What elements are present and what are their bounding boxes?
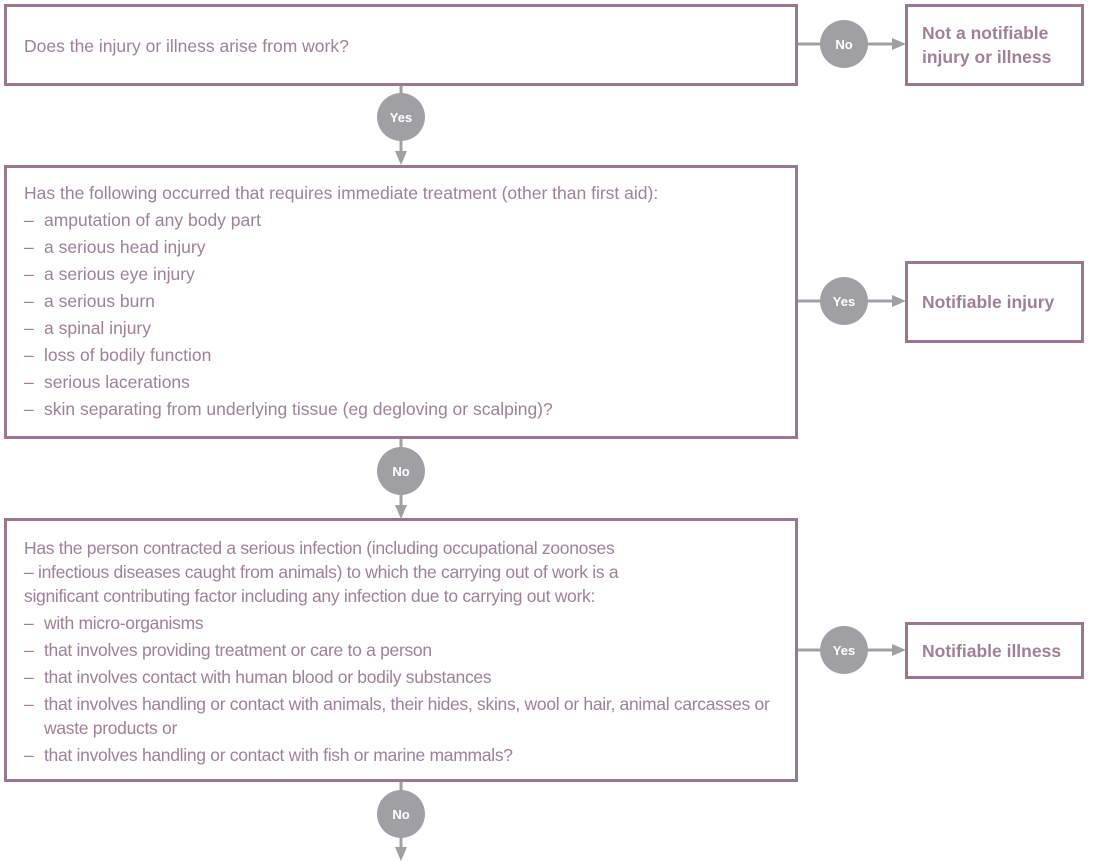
question-box-work-related: Does the injury or illness arise from wo…	[4, 4, 798, 86]
list-item-text: a serious eye injury	[44, 264, 195, 284]
list-item-text: serious lacerations	[44, 372, 190, 392]
bullet-dash: –	[24, 318, 34, 338]
list-item: – skin separating from underlying tissue …	[24, 396, 658, 423]
list-item-text: amputation of any body part	[44, 210, 261, 230]
list-item-text: that involves handling or contact with a…	[44, 694, 770, 738]
question-text: Has the person contracted a serious infe…	[24, 536, 804, 767]
question-line: Has the following occurred that requires…	[24, 183, 659, 203]
bullet-dash: –	[24, 345, 34, 365]
arrow-head	[395, 151, 407, 165]
list-item: – with micro-organisms	[24, 611, 804, 635]
bullet-dash: –	[24, 210, 34, 230]
list-item: – that involves providing treatment or ca…	[24, 638, 804, 662]
decision-no-circle: No	[820, 20, 868, 68]
decision-label: Yes	[832, 642, 856, 658]
bullet-dash: –	[24, 745, 34, 765]
list-item: – loss of bodily function	[24, 342, 658, 369]
list-item-text: that involves handling or contact with f…	[44, 745, 513, 765]
bullet-dash: –	[24, 667, 34, 687]
question-text: Has the following occurred that requires…	[24, 180, 658, 423]
outcome-not-notifiable: Not a notifiable injury or illness	[905, 4, 1084, 86]
list-item: – that involves handling or contact with …	[24, 743, 804, 767]
bullet-dash: –	[24, 613, 34, 633]
decision-label: No	[392, 463, 410, 479]
question-text: Does the injury or illness arise from wo…	[24, 33, 349, 60]
decision-no-circle: No	[377, 447, 425, 495]
question-line: Does the injury or illness arise from wo…	[24, 36, 349, 56]
list-item-text: with micro-organisms	[44, 613, 204, 633]
list-item: – a serious head injury	[24, 234, 658, 261]
bullet-dash: –	[24, 237, 34, 257]
question-box-serious-infection: Has the person contracted a serious infe…	[4, 518, 798, 782]
list-item-text: a serious burn	[44, 291, 155, 311]
question-box-serious-injury: Has the following occurred that requires…	[4, 165, 798, 439]
decision-yes-circle: Yes	[820, 277, 868, 325]
list-item: – that involves handling or contact with …	[24, 692, 804, 740]
list-item-text: a serious head injury	[44, 237, 206, 257]
list-item-text: loss of bodily function	[44, 345, 212, 365]
bullet-dash: –	[24, 399, 34, 419]
decision-label: No	[835, 36, 853, 52]
decision-label: No	[392, 806, 410, 822]
list-item: – that involves contact with human blood …	[24, 665, 804, 689]
decision-no-circle: No	[377, 790, 425, 838]
outcome-label: Notifiable injury	[922, 292, 1055, 312]
list-item-text: a spinal injury	[44, 318, 151, 338]
list-item: – a spinal injury	[24, 315, 658, 342]
list-item: – amputation of any body part	[24, 207, 658, 234]
question-line: significant contributing factor includin…	[24, 586, 596, 606]
outcome-label: Not a notifiable injury or illness	[922, 23, 1052, 67]
bullet-dash: –	[24, 372, 34, 392]
bullet-dash: –	[24, 264, 34, 284]
arrow-head	[892, 644, 906, 656]
outcome-notifiable-injury: Notifiable injury	[905, 261, 1084, 343]
bullet-dash: –	[24, 640, 34, 660]
arrow-head	[395, 847, 407, 861]
arrow-head	[892, 38, 906, 50]
arrow-head	[395, 505, 407, 519]
decision-yes-circle: Yes	[820, 626, 868, 674]
outcome-notifiable-illness: Notifiable illness	[905, 622, 1084, 679]
question-line: – infectious diseases caught from animal…	[24, 562, 619, 582]
bullet-dash: –	[24, 694, 34, 714]
decision-yes-circle: Yes	[377, 93, 425, 141]
list-item: – a serious burn	[24, 288, 658, 315]
decision-label: Yes	[832, 293, 856, 309]
arrow-head	[892, 295, 906, 307]
outcome-label: Notifiable illness	[922, 640, 1062, 661]
list-item: – a serious eye injury	[24, 261, 658, 288]
list-item-text: that involves contact with human blood o…	[44, 667, 492, 687]
bullet-dash: –	[24, 291, 34, 311]
list-item-text: skin separating from underlying tissue (…	[44, 399, 553, 419]
decision-label: Yes	[389, 109, 413, 125]
list-item-text: that involves providing treatment or car…	[44, 640, 432, 660]
list-item: – serious lacerations	[24, 369, 658, 396]
question-line: Has the person contracted a serious infe…	[24, 538, 615, 558]
